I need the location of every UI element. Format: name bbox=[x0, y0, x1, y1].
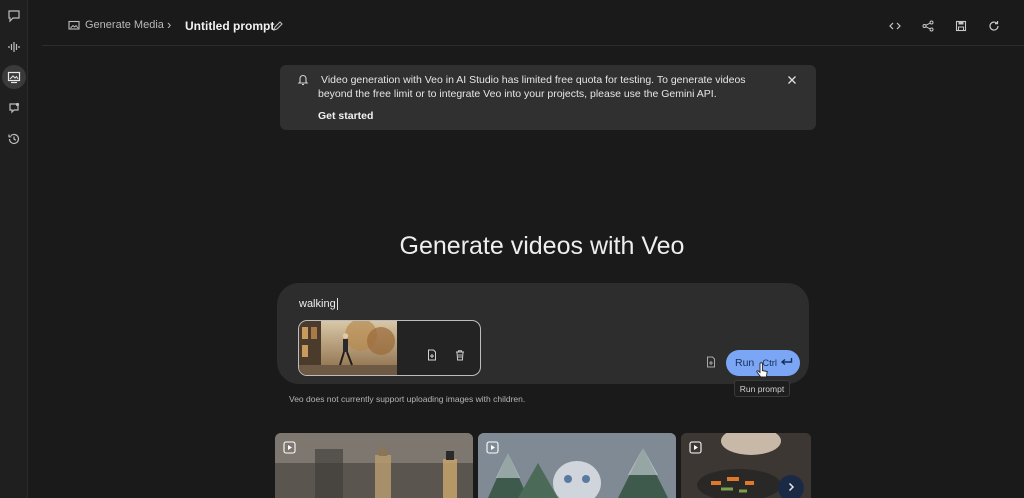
breadcrumb-generate-media[interactable]: Generate Media bbox=[85, 19, 164, 31]
text-caret bbox=[336, 298, 338, 311]
share-icon[interactable] bbox=[922, 19, 934, 37]
chat-icon[interactable] bbox=[2, 4, 26, 28]
banner-message: Video generation with Veo in AI Studio h… bbox=[318, 74, 746, 100]
video-badge-icon bbox=[689, 441, 702, 459]
uploaded-image-thumbnail[interactable] bbox=[299, 321, 397, 375]
run-tooltip: Run prompt bbox=[734, 380, 790, 397]
history-icon[interactable] bbox=[2, 127, 26, 151]
example-thumbnail-snow-leopard bbox=[478, 433, 676, 498]
example-card-snow-leopard[interactable] bbox=[478, 433, 676, 498]
add-file-icon[interactable] bbox=[426, 348, 438, 366]
code-icon[interactable] bbox=[889, 19, 901, 37]
run-label: Run bbox=[735, 357, 755, 369]
save-icon[interactable] bbox=[955, 19, 967, 37]
quota-banner: Video generation with Veo in AI Studio h… bbox=[280, 65, 816, 130]
page-heading: Generate videos with Veo bbox=[399, 232, 685, 260]
edit-title-icon[interactable] bbox=[272, 19, 284, 37]
enter-icon bbox=[780, 357, 793, 370]
top-header: Generate Media › Untitled prompt bbox=[42, 0, 1024, 46]
left-rail bbox=[0, 0, 28, 498]
page-title: Untitled prompt bbox=[185, 19, 275, 33]
example-thumbnail-perfume bbox=[275, 433, 473, 498]
uploaded-image-card bbox=[298, 320, 481, 376]
audio-icon[interactable] bbox=[2, 35, 26, 59]
gallery-next-button[interactable] bbox=[778, 475, 804, 498]
prompt-value: walking bbox=[299, 298, 336, 310]
media-icon[interactable] bbox=[2, 65, 26, 89]
breadcrumb-separator: › bbox=[167, 17, 172, 32]
chevron-right-icon bbox=[786, 479, 796, 497]
refresh-icon[interactable] bbox=[988, 19, 1000, 37]
example-card-perfume[interactable] bbox=[275, 433, 473, 498]
video-badge-icon bbox=[283, 441, 296, 459]
prompt-input[interactable]: walking bbox=[299, 298, 338, 311]
generate-media-icon bbox=[68, 19, 80, 37]
prompt-box: walking Run Ctrl bbox=[277, 283, 809, 384]
attach-file-icon[interactable] bbox=[705, 355, 717, 373]
stream-icon[interactable] bbox=[2, 96, 26, 120]
get-started-link[interactable]: Get started bbox=[318, 110, 373, 122]
bell-icon bbox=[297, 73, 309, 91]
delete-icon[interactable] bbox=[454, 348, 466, 366]
video-badge-icon bbox=[486, 441, 499, 459]
close-icon[interactable] bbox=[786, 73, 798, 91]
upload-note: Veo does not currently support uploading… bbox=[289, 394, 526, 404]
